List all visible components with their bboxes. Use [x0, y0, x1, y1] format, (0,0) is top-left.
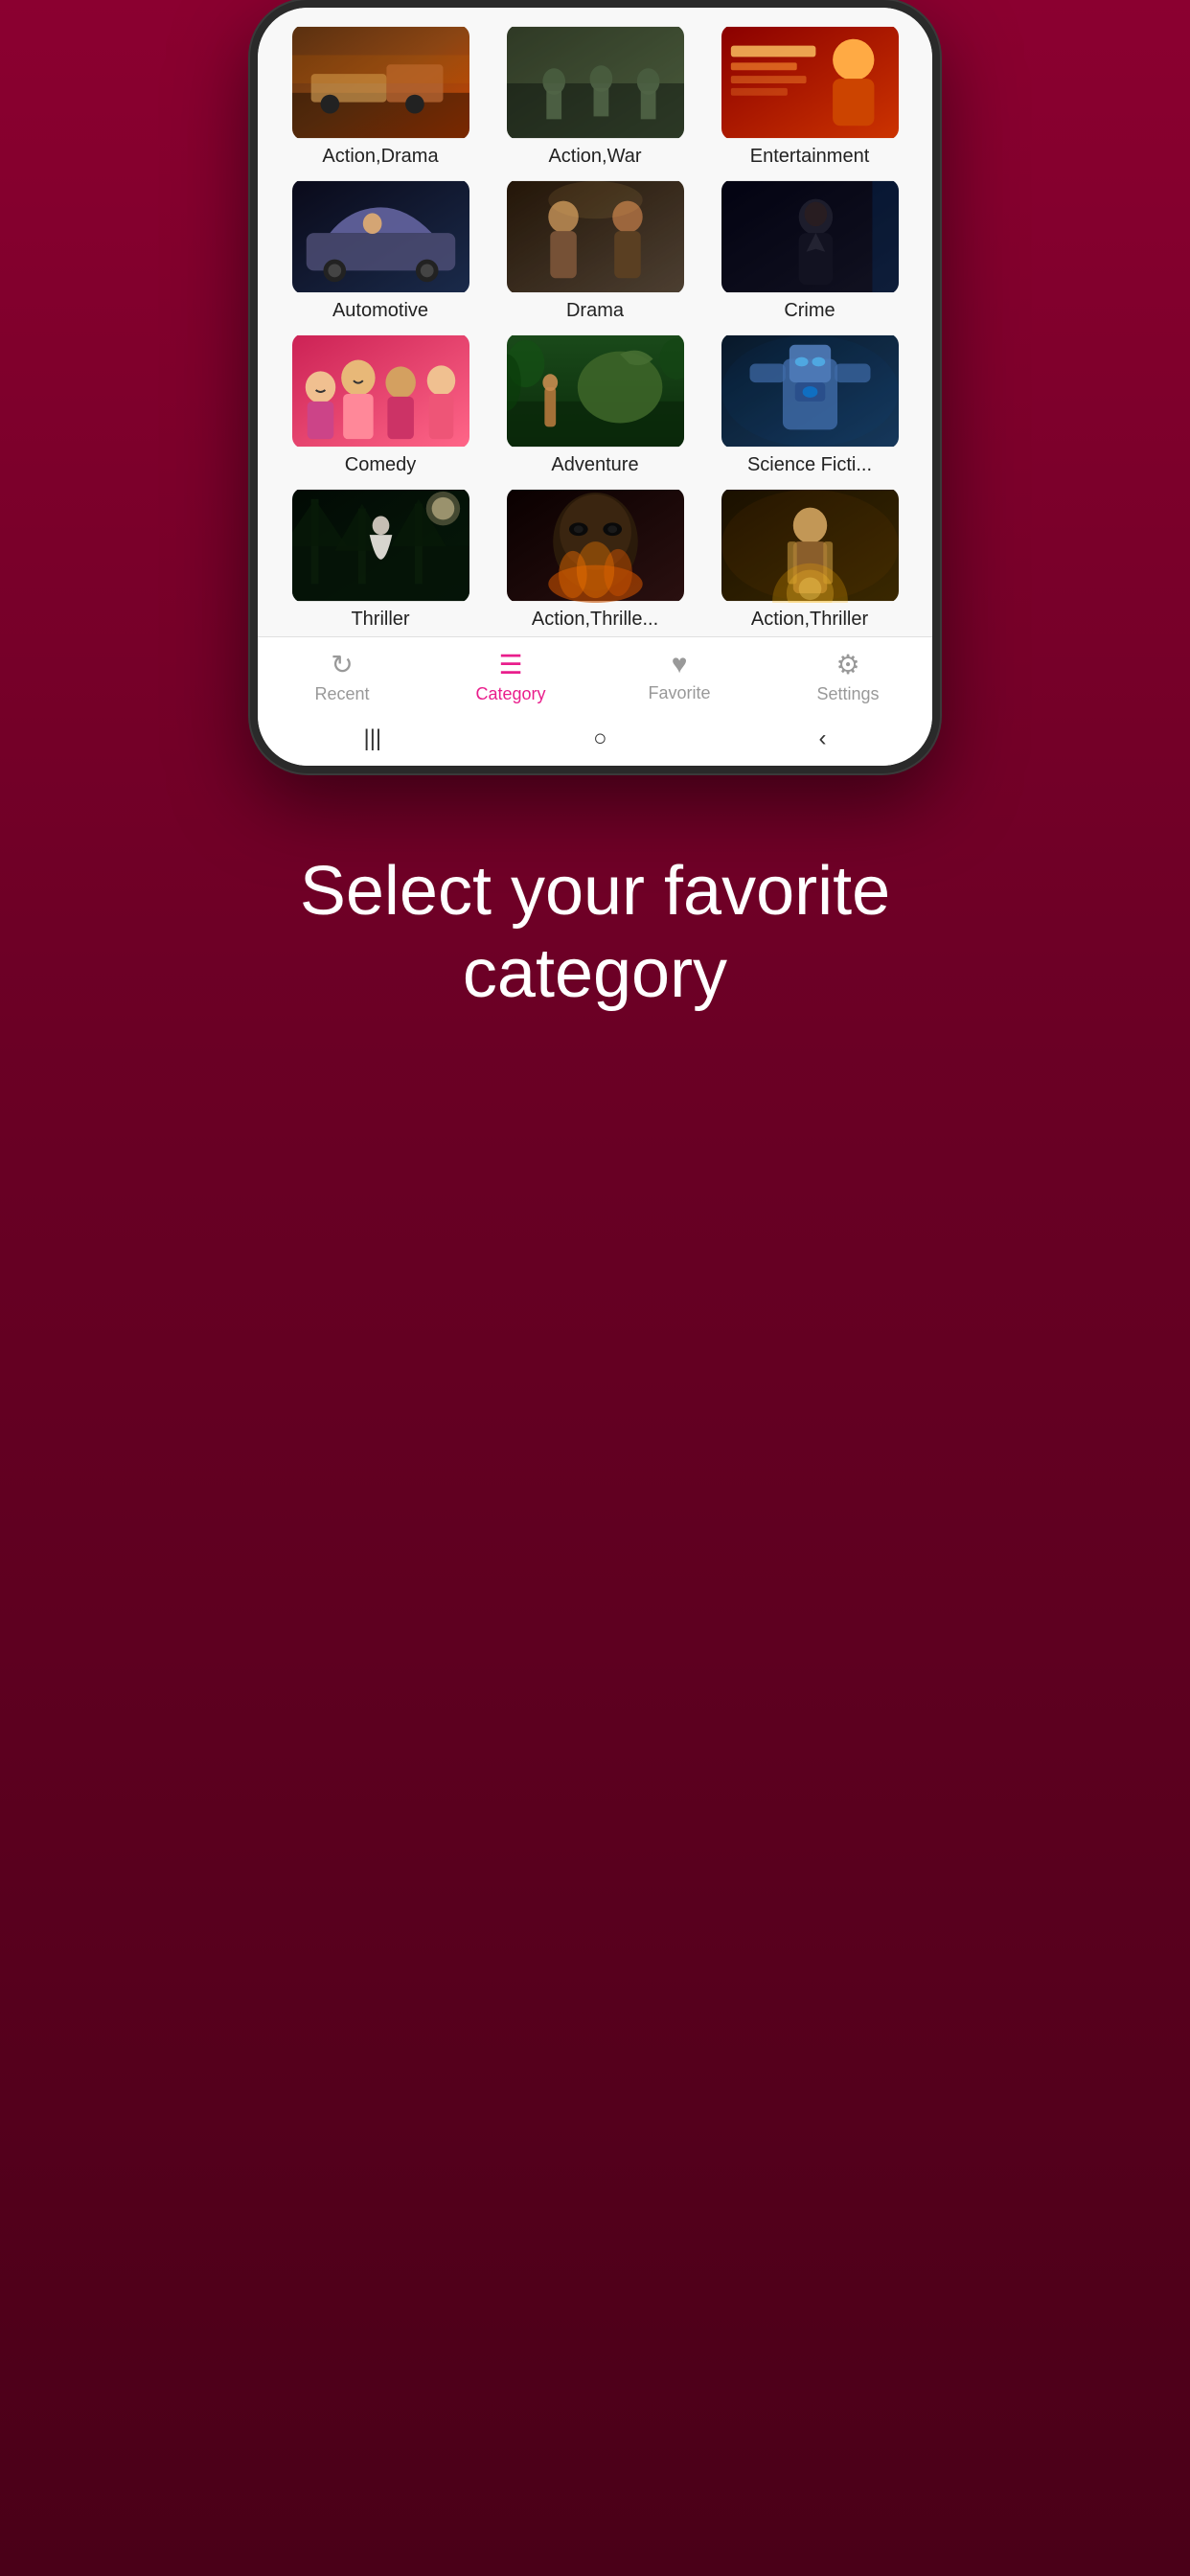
category-item-action-thrille[interactable]: Action,Thrille...: [488, 482, 702, 636]
nav-item-favorite[interactable]: ♥ Favorite: [595, 649, 764, 704]
multitask-button[interactable]: |||: [363, 725, 381, 752]
category-item-comedy[interactable]: Comedy: [273, 328, 488, 482]
category-item-action-thriller[interactable]: Action,Thriller: [702, 482, 917, 636]
category-grid: Action,Drama: [258, 8, 932, 636]
category-item-action-drama[interactable]: Action,Drama: [273, 19, 488, 173]
system-nav-bar: ||| ○ ‹: [258, 712, 932, 766]
category-item-crime[interactable]: Crime: [702, 173, 917, 328]
category-label-action-drama: Action,Drama: [322, 146, 438, 168]
nav-label-favorite: Favorite: [648, 683, 710, 703]
nav-label-settings: Settings: [816, 684, 879, 704]
nav-label-category: Category: [475, 684, 545, 704]
category-label-automotive: Automotive: [332, 300, 428, 322]
bottom-nav: ↻ Recent ☰ Category ♥ Favorite ⚙ Setting…: [258, 636, 932, 712]
category-label-entertainment: Entertainment: [750, 146, 870, 168]
category-label-drama: Drama: [566, 300, 624, 322]
promo-section: Select your favorite category: [204, 850, 986, 1016]
category-label-action-thriller: Action,Thriller: [751, 609, 868, 631]
category-label-scifi: Science Ficti...: [747, 454, 872, 476]
promo-text: Select your favorite category: [300, 850, 890, 1016]
category-icon: ☰: [498, 649, 522, 680]
recent-icon: ↻: [331, 649, 353, 680]
category-item-thriller[interactable]: Thriller: [273, 482, 488, 636]
category-item-scifi[interactable]: Science Ficti...: [702, 328, 917, 482]
favorite-icon: ♥: [672, 649, 688, 679]
home-button[interactable]: ○: [593, 725, 607, 752]
category-item-automotive[interactable]: Automotive: [273, 173, 488, 328]
phone-wrapper: Action,Drama: [231, 0, 959, 773]
category-item-drama[interactable]: Drama: [488, 173, 702, 328]
nav-item-category[interactable]: ☰ Category: [426, 649, 595, 704]
promo-line1: Select your favorite: [300, 853, 890, 930]
category-item-action-war[interactable]: Action,War: [488, 19, 702, 173]
settings-icon: ⚙: [835, 649, 859, 680]
promo-line2: category: [463, 935, 727, 1012]
category-item-entertainment[interactable]: Entertainment: [702, 19, 917, 173]
category-label-comedy: Comedy: [345, 454, 416, 476]
category-item-adventure[interactable]: Adventure: [488, 328, 702, 482]
nav-label-recent: Recent: [314, 684, 369, 704]
category-label-thriller: Thriller: [351, 609, 409, 631]
back-button[interactable]: ‹: [819, 725, 827, 752]
phone-frame: Action,Drama: [250, 0, 940, 773]
nav-item-recent[interactable]: ↻ Recent: [258, 649, 426, 704]
phone-screen: Action,Drama: [258, 8, 932, 766]
category-label-action-thrille: Action,Thrille...: [532, 609, 658, 631]
category-label-crime: Crime: [784, 300, 835, 322]
category-label-adventure: Adventure: [551, 454, 638, 476]
category-label-action-war: Action,War: [548, 146, 641, 168]
nav-item-settings[interactable]: ⚙ Settings: [764, 649, 932, 704]
